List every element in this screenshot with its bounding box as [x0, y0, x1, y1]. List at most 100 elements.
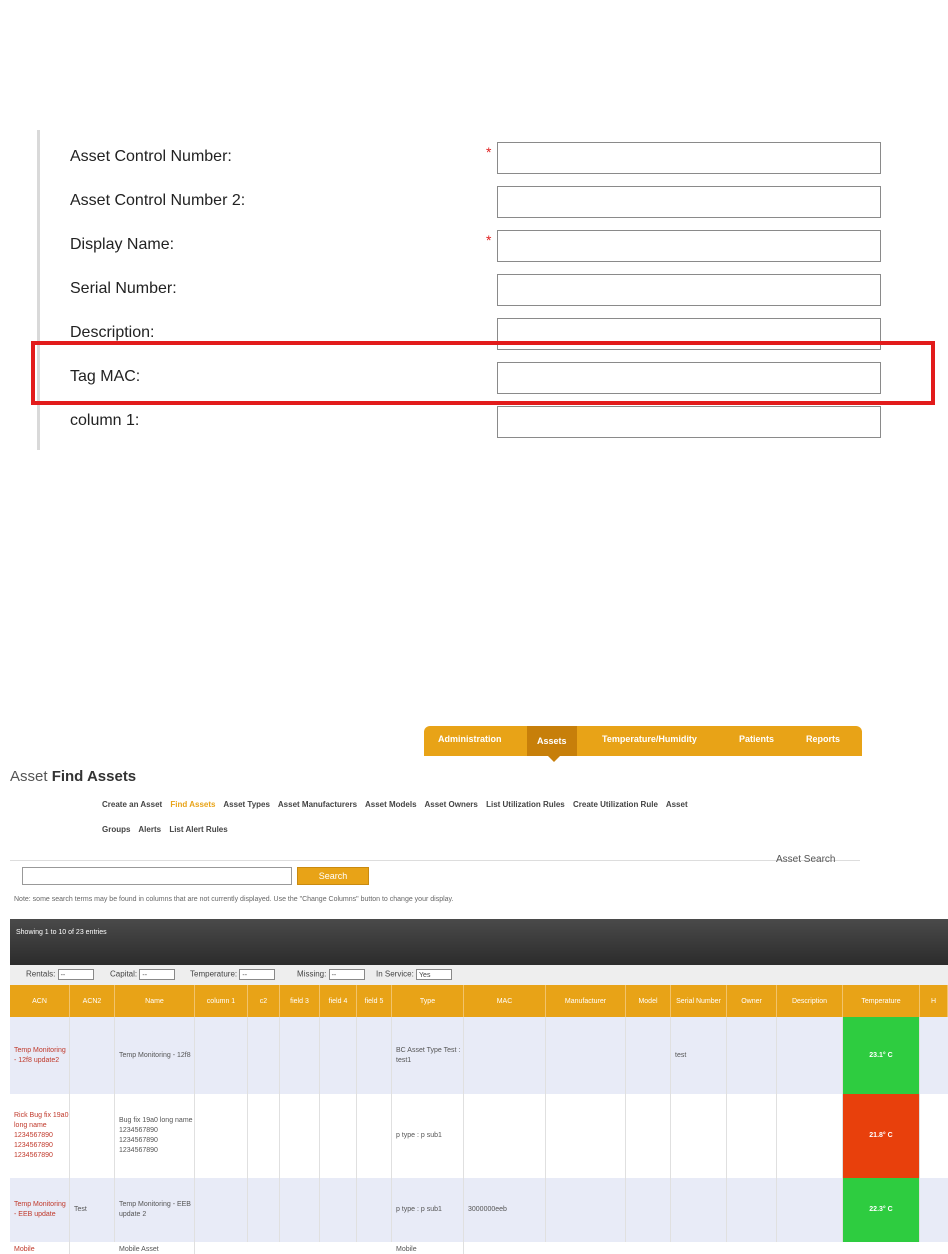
- submenu-asset-groups-start[interactable]: Asset: [666, 800, 688, 809]
- submenu-asset-owners[interactable]: Asset Owners: [424, 800, 477, 809]
- submenu-find-assets[interactable]: Find Assets: [170, 800, 215, 809]
- search-button[interactable]: Search: [297, 867, 369, 885]
- submenu-asset-manufacturers[interactable]: Asset Manufacturers: [278, 800, 357, 809]
- cell-description: [777, 1094, 843, 1178]
- cell-name: Bug fix 19a0 long name 1234567890 123456…: [115, 1094, 195, 1178]
- rentals-select[interactable]: --: [57, 969, 94, 980]
- col-acn[interactable]: ACN: [10, 985, 70, 1017]
- col-manufacturer[interactable]: Manufacturer: [546, 985, 626, 1017]
- col-model[interactable]: Model: [626, 985, 671, 1017]
- cell-temperature: 23.1° C: [843, 1017, 920, 1094]
- col-name[interactable]: Name: [115, 985, 195, 1017]
- submenu-asset-types[interactable]: Asset Types: [223, 800, 270, 809]
- col-column-1[interactable]: column 1: [195, 985, 248, 1017]
- capital-select[interactable]: --: [139, 969, 176, 980]
- filter-capital: Capital: --: [110, 969, 176, 980]
- cell-field-3: [280, 1178, 320, 1242]
- col-acn2[interactable]: ACN2: [70, 985, 115, 1017]
- serial-number-input[interactable]: [497, 274, 881, 306]
- nav-tab-assets[interactable]: Assets: [527, 726, 577, 756]
- submenu-list-utilization-rules[interactable]: List Utilization Rules: [486, 800, 565, 809]
- temperature-select[interactable]: --: [239, 969, 276, 980]
- cell-serial: [671, 1094, 727, 1178]
- cell-field-4: [320, 1017, 357, 1094]
- asset-control-number-2-input[interactable]: [497, 186, 881, 218]
- col-c2[interactable]: c2: [248, 985, 280, 1017]
- filter-label: Temperature:: [190, 969, 238, 979]
- cell-temperature: 22.3° C: [843, 1178, 920, 1242]
- form-row-acn2: Asset Control Number 2:: [40, 184, 900, 220]
- filter-label: Missing:: [297, 969, 327, 979]
- cell-owner: [727, 1094, 777, 1178]
- display-name-input[interactable]: [497, 230, 881, 262]
- cell-serial: [671, 1178, 727, 1242]
- cell-acn-link[interactable]: Mobile: [10, 1242, 70, 1254]
- submenu-alerts[interactable]: Alerts: [138, 825, 161, 834]
- cell-type: BC Asset Type Test : test1: [392, 1017, 464, 1094]
- nav-tab-temperature-humidity[interactable]: Temperature/Humidity: [602, 734, 697, 744]
- cell-serial: test: [671, 1017, 727, 1094]
- cell-manufacturer: [546, 1017, 626, 1094]
- cell-mac: [464, 1017, 546, 1094]
- table-row: Temp Monitoring - 12f8 update2 Temp Moni…: [10, 1017, 948, 1095]
- cell-model: [626, 1017, 671, 1094]
- col-serial-number[interactable]: Serial Number: [671, 985, 727, 1017]
- tag-mac-highlight-box: [31, 341, 935, 405]
- entries-count: Showing 1 to 10 of 23 entries: [16, 929, 107, 936]
- cell-column-1: [195, 1094, 248, 1178]
- submenu-create-utilization-rule[interactable]: Create Utilization Rule: [573, 800, 658, 809]
- col-field-5[interactable]: field 5: [357, 985, 392, 1017]
- column-1-input[interactable]: [497, 406, 881, 438]
- cell-description: [777, 1017, 843, 1094]
- submenu-list-alert-rules[interactable]: List Alert Rules: [169, 825, 227, 834]
- missing-select[interactable]: --: [328, 969, 365, 980]
- col-field-3[interactable]: field 3: [280, 985, 320, 1017]
- field-label: Description:: [70, 324, 155, 341]
- col-description[interactable]: Description: [777, 985, 843, 1017]
- col-temperature[interactable]: Temperature: [843, 985, 920, 1017]
- form-row-acn: Asset Control Number: *: [40, 140, 900, 176]
- active-tab-caret-icon: [548, 756, 560, 762]
- cell-acn2: [70, 1094, 115, 1178]
- cell-field-4: [320, 1094, 357, 1178]
- asset-control-number-input[interactable]: [497, 142, 881, 174]
- col-h[interactable]: H: [920, 985, 948, 1017]
- nav-tab-patients[interactable]: Patients: [739, 734, 774, 744]
- field-label: Asset Control Number 2:: [70, 192, 246, 209]
- cell-name: Temp Monitoring - EEB update 2: [115, 1178, 195, 1242]
- find-assets-screenshot: Administration Assets Temperature/Humidi…: [0, 712, 948, 1254]
- cell-field-5: [357, 1094, 392, 1178]
- col-mac[interactable]: MAC: [464, 985, 546, 1017]
- nav-tab-reports[interactable]: Reports: [806, 734, 840, 744]
- nav-tab-administration[interactable]: Administration: [438, 734, 502, 744]
- cell-manufacturer: [546, 1094, 626, 1178]
- filter-rentals: Rentals: --: [26, 969, 94, 980]
- submenu-line-1: Create an Asset Find Assets Asset Types …: [102, 800, 694, 809]
- asset-search-legend: Asset Search: [776, 854, 836, 865]
- col-field-4[interactable]: field 4: [320, 985, 357, 1017]
- cell-name: Mobile Asset: [115, 1242, 195, 1254]
- in-service-select[interactable]: Yes: [416, 969, 453, 980]
- cell-acn2: Test: [70, 1178, 115, 1242]
- page-title-bold: Find Assets: [51, 768, 137, 785]
- required-marker: *: [486, 144, 492, 160]
- cell-column-1: [195, 1017, 248, 1094]
- cell-field-3: [280, 1094, 320, 1178]
- submenu-groups[interactable]: Groups: [102, 825, 130, 834]
- form-row-column-1: column 1:: [40, 404, 900, 440]
- submenu-asset-models[interactable]: Asset Models: [365, 800, 417, 809]
- cell-mac: [464, 1094, 546, 1178]
- search-input[interactable]: [22, 867, 292, 885]
- cell-acn-link[interactable]: Temp Monitoring - EEB update: [10, 1178, 70, 1242]
- col-owner[interactable]: Owner: [727, 985, 777, 1017]
- table-row: Mobile Mobile Asset Mobile: [10, 1242, 948, 1254]
- filter-label: Rentals:: [26, 969, 56, 979]
- cell-acn-link[interactable]: Rick Bug fix 19a0 long name 1234567890 1…: [10, 1094, 70, 1178]
- cell-temperature: 21.8° C: [843, 1094, 920, 1178]
- submenu-create-asset[interactable]: Create an Asset: [102, 800, 162, 809]
- field-label: Display Name:: [70, 236, 175, 253]
- filter-missing: Missing: --: [297, 969, 365, 980]
- col-type[interactable]: Type: [392, 985, 464, 1017]
- page-title: Asset Find Assets: [10, 768, 136, 785]
- cell-acn-link[interactable]: Temp Monitoring - 12f8 update2: [10, 1017, 70, 1094]
